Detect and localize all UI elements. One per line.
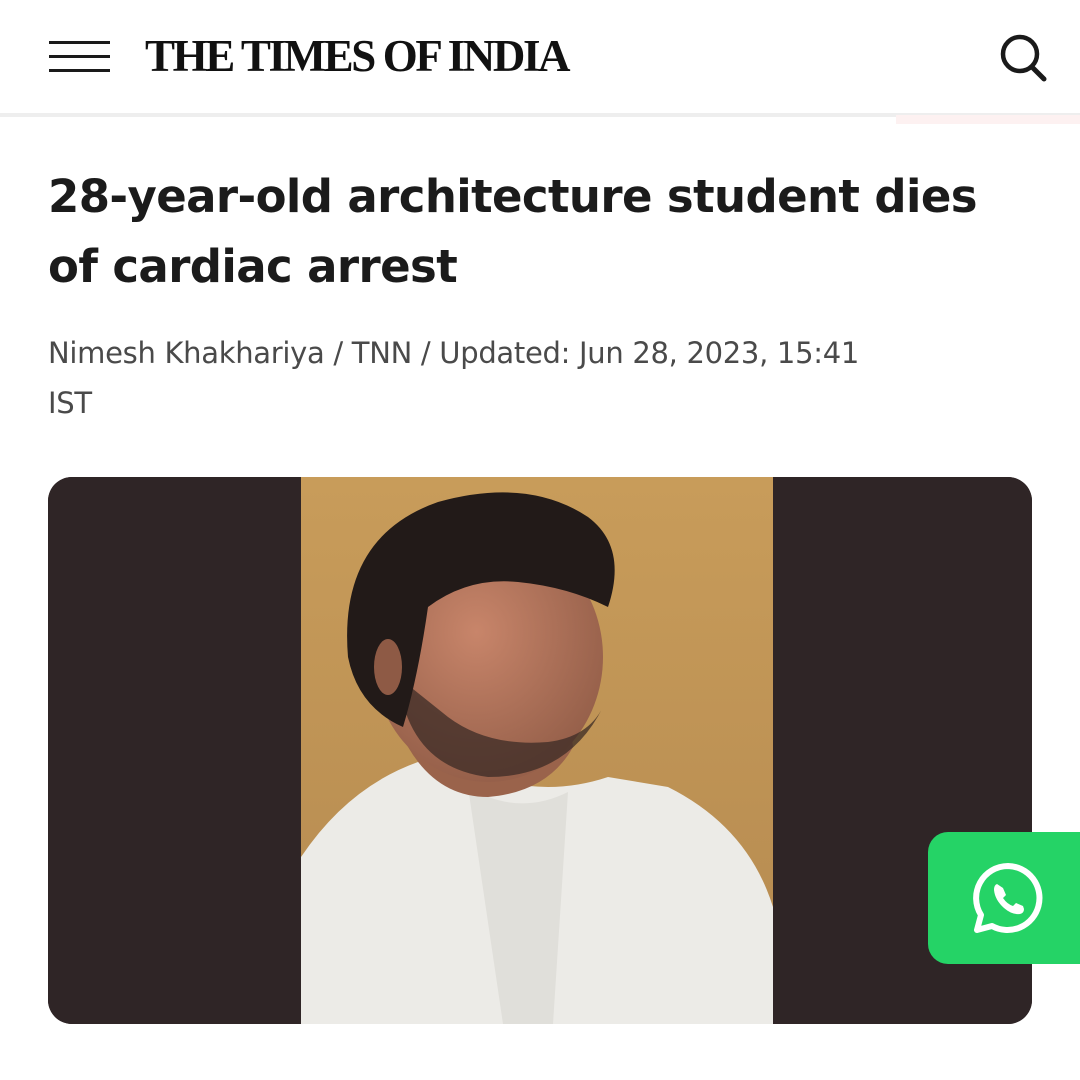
search-icon [1000, 34, 1047, 82]
hamburger-menu-icon[interactable] [40, 32, 120, 82]
article-photo[interactable] [48, 477, 1032, 1024]
menu-line [49, 55, 110, 58]
article-byline: Nimesh Khakhariya / TNN / Updated: Jun 2… [48, 336, 859, 420]
search-button[interactable] [990, 25, 1056, 91]
header-accent-strip [896, 115, 1080, 124]
top-header: THE TIMES OF INDIA [0, 0, 1080, 114]
menu-line [49, 41, 110, 44]
article-headline: 28-year-old architecture student dies of… [48, 170, 978, 293]
portrait-illustration [48, 477, 1032, 1024]
whatsapp-icon [973, 863, 1043, 933]
whatsapp-share-button[interactable] [928, 832, 1080, 964]
site-logo[interactable]: THE TIMES OF INDIA [145, 30, 571, 82]
menu-line [49, 69, 110, 72]
